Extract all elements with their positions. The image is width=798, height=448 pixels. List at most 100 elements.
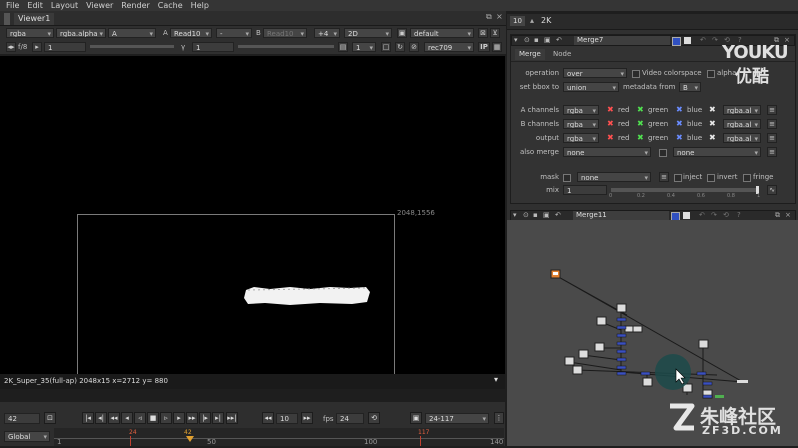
a-node-dropdown[interactable]: Read10 [170, 28, 212, 38]
gamma-input[interactable]: 1 [192, 42, 234, 52]
stop-icon[interactable]: ■ [147, 412, 159, 424]
also-merge-menu-icon[interactable]: ≡ [767, 147, 777, 157]
overlay-icon[interactable]: ⊻ [490, 28, 500, 38]
node-name-field[interactable]: Merge7 [574, 36, 670, 45]
loop-icon[interactable]: ⟲ [368, 412, 380, 424]
menu-help[interactable]: Help [191, 0, 209, 11]
next-increment-icon[interactable]: ▸▸| [226, 412, 238, 424]
gain-input[interactable]: 1 [44, 42, 86, 52]
mask-menu-icon[interactable]: ≡ [659, 172, 669, 182]
pane-menu-icon[interactable] [4, 13, 10, 25]
input-process-button[interactable]: IP [478, 42, 490, 52]
tab-merge[interactable]: Merge [515, 49, 545, 60]
mix-animation-icon[interactable]: ∿ [767, 185, 777, 195]
node[interactable] [572, 365, 583, 375]
tab-node[interactable]: Node [549, 49, 575, 60]
merge-node[interactable] [616, 341, 627, 346]
menu-render[interactable]: Render [121, 0, 149, 11]
merge-node[interactable] [616, 333, 627, 338]
operation-dropdown[interactable]: over [563, 68, 627, 78]
mix-input[interactable]: 1 [563, 185, 607, 195]
fps-input[interactable]: 24 [336, 413, 364, 424]
menu-layout[interactable]: Layout [51, 0, 78, 11]
out-green-checkbox-icon[interactable]: ✖ [637, 133, 644, 143]
merge-node[interactable] [640, 371, 651, 376]
step-back-icon[interactable]: ◂◂ [108, 412, 120, 424]
revert-icon[interactable]: ⟲ [723, 211, 729, 219]
max-panels-field[interactable]: 10 [510, 16, 525, 26]
wipe-mode-dropdown[interactable]: - [216, 28, 252, 38]
a-green-checkbox-icon[interactable]: ✖ [637, 105, 644, 115]
out-alpha-checkbox-icon[interactable]: ✖ [709, 133, 716, 143]
lock-icon[interactable]: ⊠ [478, 28, 488, 38]
close-panel-icon[interactable]: × [785, 211, 791, 219]
clear-panels-icon[interactable]: ▴ [530, 16, 534, 25]
b-node-dropdown[interactable]: Read10 [263, 28, 307, 38]
a-blue-checkbox-icon[interactable]: ✖ [676, 105, 683, 115]
proxy-icon[interactable]: ▤ [338, 42, 348, 52]
menu-viewer[interactable]: Viewer [86, 0, 113, 11]
merge-node[interactable] [696, 371, 707, 376]
play-forward-icon[interactable]: ▸ [173, 412, 185, 424]
fringe-checkbox[interactable] [743, 174, 751, 182]
redo-arrow-icon[interactable]: ↷ [712, 36, 718, 44]
float-icon[interactable]: ▣ [544, 36, 551, 44]
gamma-slider[interactable] [238, 45, 334, 48]
frame-input[interactable]: 42 [4, 413, 40, 424]
in-out-toggle-icon[interactable]: ▣ [410, 412, 422, 424]
node-name-field[interactable]: Merge11 [573, 211, 669, 220]
menu-cache[interactable]: Cache [158, 0, 183, 11]
also-merge-dropdown-2[interactable]: none [673, 147, 761, 157]
gain-slider[interactable] [90, 45, 174, 48]
merge-node[interactable] [702, 394, 713, 399]
zoom-dropdown[interactable]: +4 [314, 28, 340, 38]
output-dropdown[interactable]: rgba [563, 133, 599, 143]
camera-icon[interactable]: ▣ [397, 28, 407, 38]
info-bar-dropdown-icon[interactable]: ▾ [494, 375, 498, 384]
viewer-settings-icon[interactable]: ▦ [492, 42, 502, 52]
menu-file[interactable]: File [6, 0, 19, 11]
lut-dropdown[interactable]: default [410, 28, 474, 38]
frame-range-dropdown[interactable]: 24-117 [425, 413, 489, 424]
a-red-checkbox-icon[interactable]: ✖ [607, 105, 614, 115]
mask-dropdown[interactable]: none [577, 172, 651, 182]
go-to-end-icon[interactable]: ▸| [212, 412, 224, 424]
b-blue-checkbox-icon[interactable]: ✖ [676, 119, 683, 129]
set-bbox-dropdown[interactable]: union [563, 82, 619, 92]
step-forward-icon[interactable]: ▸▸ [186, 412, 198, 424]
node[interactable] [596, 316, 607, 326]
node[interactable] [737, 380, 748, 383]
undo-icon[interactable]: ↶ [556, 36, 562, 44]
play-backward-icon[interactable]: ◂ [121, 412, 133, 424]
node[interactable] [698, 339, 709, 349]
node[interactable] [632, 325, 643, 333]
merge-node[interactable] [616, 349, 627, 354]
frame-lock-icon[interactable]: ⊡ [44, 412, 56, 424]
a-input-dropdown[interactable]: A [108, 28, 156, 38]
undo-arrow-icon[interactable]: ↶ [700, 36, 706, 44]
display-lut-dropdown[interactable]: rec709 [424, 42, 474, 52]
merge-node[interactable] [616, 317, 627, 322]
b-green-checkbox-icon[interactable]: ✖ [637, 119, 644, 129]
gain-toggle-icon[interactable]: ▸ [32, 42, 42, 52]
node-tile-color-icon[interactable] [672, 37, 681, 46]
proxy-dropdown[interactable]: 1 [352, 42, 376, 52]
next-keyframe-icon[interactable]: |▸ [199, 412, 211, 424]
merge-node[interactable] [702, 381, 713, 386]
mask-checkbox[interactable] [563, 174, 571, 182]
gl-color-icon[interactable] [684, 37, 691, 44]
center-node-icon[interactable]: ⊙ [524, 36, 530, 44]
pan-arrows-icon[interactable]: ◂▸ [6, 42, 16, 52]
merge-node[interactable] [616, 325, 627, 330]
node[interactable] [578, 349, 589, 359]
inject-checkbox[interactable] [674, 174, 682, 182]
refresh-icon[interactable]: ↻ [395, 42, 405, 52]
out-extra-channel-dropdown[interactable]: rgba.al [723, 133, 761, 143]
tab-2k[interactable]: 2K [541, 16, 551, 25]
mix-slider[interactable] [611, 186, 759, 194]
help-icon[interactable]: ? [737, 211, 741, 219]
alpha-masking-checkbox[interactable] [707, 70, 715, 78]
alpha-channel-dropdown[interactable]: rgba.alpha [56, 28, 106, 38]
node[interactable] [642, 377, 653, 387]
previous-frame-icon[interactable]: ◃ [134, 412, 146, 424]
